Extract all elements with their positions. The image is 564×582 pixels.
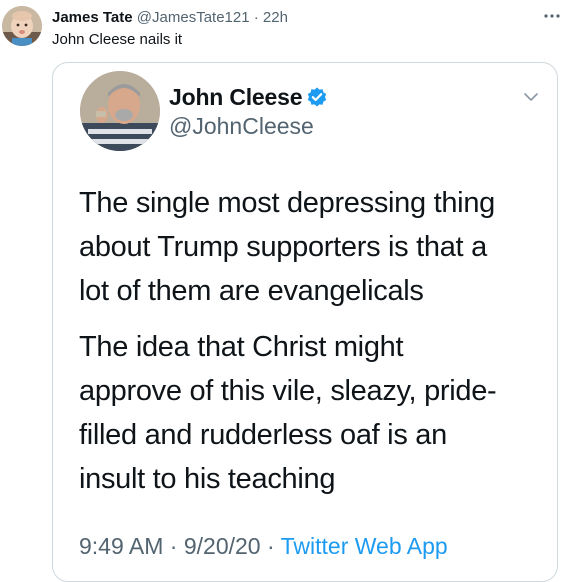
- quoted-tweet-card[interactable]: John Cleese @JohnCleese The single most …: [52, 62, 558, 582]
- quoted-line: The single most depressing thing: [79, 187, 495, 219]
- chevron-down-icon[interactable]: [521, 87, 541, 107]
- quoted-author-handle[interactable]: @JohnCleese: [169, 113, 314, 140]
- quoted-line: approve of this vile, sleazy, pride-: [79, 375, 497, 407]
- tweet-time[interactable]: 22h: [263, 9, 288, 26]
- quoted-meta: 9:49 AM · 9/20/20 · Twitter Web App: [79, 531, 448, 561]
- quoted-paragraph-1: The single most depressing thing about T…: [79, 181, 495, 313]
- quoted-author-avatar[interactable]: [80, 71, 160, 151]
- more-horizontal-icon[interactable]: [542, 6, 562, 26]
- quoted-line: lot of them are evangelicals: [79, 275, 424, 307]
- quoted-date[interactable]: 9/20/20: [184, 533, 261, 559]
- tweet-text: John Cleese nails it: [52, 31, 183, 48]
- tweet: James Tate @JamesTate121 · 22h John Clee…: [0, 0, 564, 582]
- quoted-line: The idea that Christ might: [79, 331, 404, 363]
- quoted-source-link[interactable]: Twitter Web App: [281, 533, 448, 559]
- quoted-author-row: John Cleese: [169, 83, 328, 111]
- tweet-header: James Tate @JamesTate121 · 22h: [52, 8, 288, 28]
- quoted-author-name[interactable]: John Cleese: [169, 84, 302, 111]
- quoted-paragraph-2: The idea that Christ might approve of th…: [79, 325, 497, 501]
- profile-photo-icon: [80, 71, 160, 151]
- baby-photo-icon: [2, 6, 42, 46]
- meta-separator: ·: [169, 533, 178, 559]
- quoted-line: insult to his teaching: [79, 463, 336, 495]
- quoted-line: about Trump supporters is that a: [79, 231, 487, 263]
- quoted-time[interactable]: 9:49 AM: [79, 533, 163, 559]
- author-handle[interactable]: @JamesTate121: [137, 9, 250, 26]
- author-name[interactable]: James Tate: [52, 9, 133, 26]
- author-avatar[interactable]: [2, 6, 42, 46]
- meta-separator: ·: [266, 533, 275, 559]
- verified-badge-icon: [306, 86, 328, 108]
- quoted-line: filled and rudderless oaf is an: [79, 419, 447, 451]
- header-separator: ·: [253, 9, 259, 26]
